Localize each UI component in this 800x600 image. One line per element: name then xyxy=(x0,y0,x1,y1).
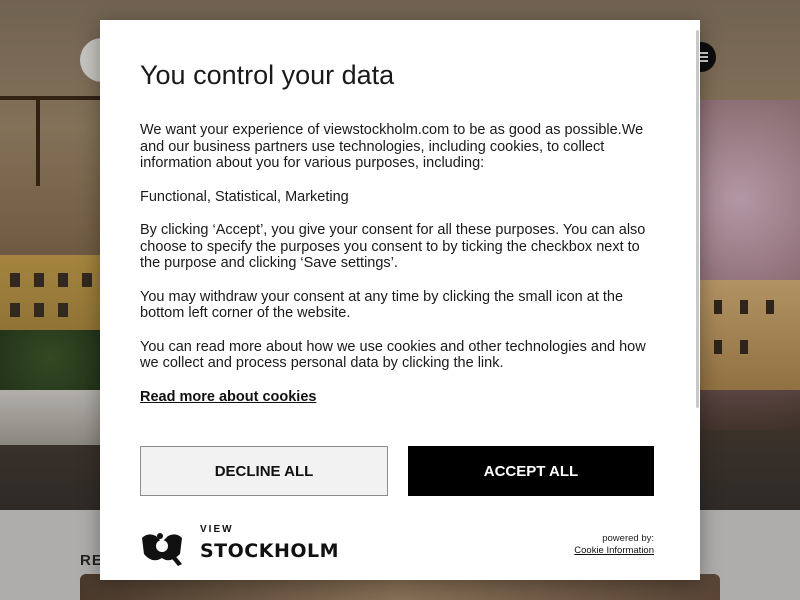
read-more-cookies-link[interactable]: Read more about cookies xyxy=(140,389,316,405)
consent-paragraph: By clicking ‘Accept’, you give your cons… xyxy=(140,222,646,271)
powered-by-block: powered by: Cookie Information xyxy=(574,533,654,557)
consent-paragraph: You may withdraw your consent at any tim… xyxy=(140,288,624,322)
cookie-information-link[interactable]: Cookie Information xyxy=(574,545,654,557)
logo-main-text: STOCKHOLM xyxy=(200,540,340,562)
dialog-scrollbar[interactable] xyxy=(696,30,699,408)
powered-by-label: powered by: xyxy=(602,533,654,544)
accept-all-button[interactable]: ACCEPT ALL xyxy=(408,446,654,496)
view-stockholm-logo-icon xyxy=(142,533,182,566)
consent-paragraph: You can read more about how we use cooki… xyxy=(140,338,646,372)
cookie-consent-dialog: You control your data We want your exper… xyxy=(100,20,700,580)
dialog-title: You control your data xyxy=(140,60,395,90)
consent-paragraph: We want your experience of viewstockholm… xyxy=(140,122,644,171)
dialog-body: We want your experience of viewstockholm… xyxy=(140,122,660,389)
decline-all-button[interactable]: DECLINE ALL xyxy=(140,446,388,496)
purposes-paragraph: Functional, Statistical, Marketing xyxy=(140,188,349,205)
view-stockholm-logo: VIEW STOCKHOLM xyxy=(140,524,339,570)
logo-top-text: VIEW xyxy=(200,524,234,535)
